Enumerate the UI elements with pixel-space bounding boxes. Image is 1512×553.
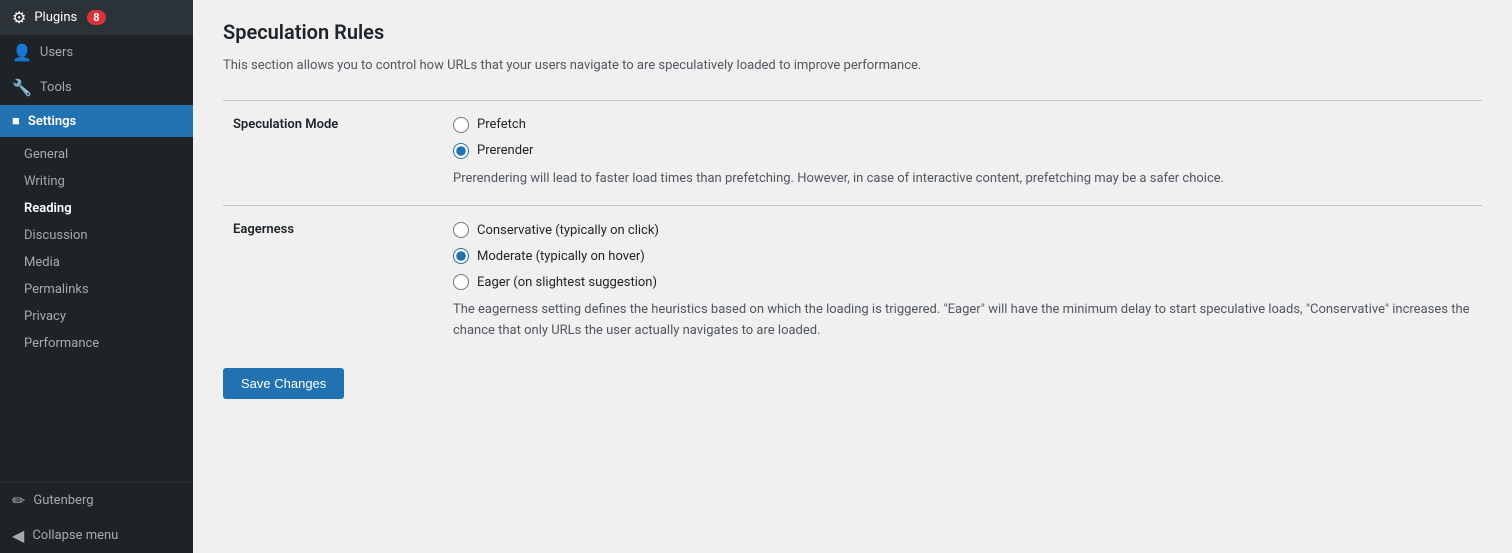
settings-label: Settings bbox=[28, 114, 76, 129]
save-changes-button[interactable]: Save Changes bbox=[223, 368, 344, 399]
speculation-mode-row: Speculation Mode Prefetch Prerender Prer… bbox=[223, 100, 1482, 206]
tools-label: Tools bbox=[40, 80, 72, 95]
sidebar-item-general[interactable]: General bbox=[0, 141, 193, 168]
sidebar-item-permalinks[interactable]: Permalinks bbox=[0, 276, 193, 303]
eager-option[interactable]: Eager (on slightest suggestion) bbox=[453, 274, 1472, 290]
eager-label: Eager (on slightest suggestion) bbox=[477, 275, 657, 290]
prefetch-label: Prefetch bbox=[477, 117, 526, 132]
conservative-label: Conservative (typically on click) bbox=[477, 223, 659, 238]
sidebar-item-reading[interactable]: Reading bbox=[0, 195, 193, 222]
sidebar-item-collapse[interactable]: ◀ Collapse menu bbox=[0, 518, 193, 553]
prerender-radio[interactable] bbox=[453, 143, 469, 159]
tools-icon: 🔧 bbox=[12, 78, 32, 97]
plugins-icon: ⚙ bbox=[12, 8, 26, 27]
moderate-label: Moderate (typically on hover) bbox=[477, 249, 645, 264]
eagerness-label: Eagerness bbox=[223, 206, 443, 358]
plugins-badge: 8 bbox=[87, 10, 105, 25]
prefetch-radio[interactable] bbox=[453, 117, 469, 133]
sidebar-item-settings[interactable]: ■ Settings bbox=[0, 105, 193, 137]
settings-table: Speculation Mode Prefetch Prerender Prer… bbox=[223, 100, 1482, 358]
sidebar-item-media[interactable]: Media bbox=[0, 249, 193, 276]
prefetch-option[interactable]: Prefetch bbox=[453, 117, 1472, 133]
collapse-label: Collapse menu bbox=[32, 528, 118, 543]
sidebar-item-performance[interactable]: Performance bbox=[0, 330, 193, 357]
users-icon: 👤 bbox=[12, 43, 32, 62]
speculation-mode-label: Speculation Mode bbox=[223, 100, 443, 206]
page-title: Speculation Rules bbox=[223, 20, 1482, 44]
prerender-option[interactable]: Prerender bbox=[453, 143, 1472, 159]
settings-submenu: General Writing Reading Discussion Media… bbox=[0, 137, 193, 361]
sidebar-item-plugins[interactable]: ⚙ Plugins 8 bbox=[0, 0, 193, 35]
collapse-icon: ◀ bbox=[12, 526, 24, 545]
speculation-mode-options: Prefetch Prerender Prerendering will lea… bbox=[443, 100, 1482, 206]
conservative-radio[interactable] bbox=[453, 222, 469, 238]
plugins-label: Plugins bbox=[34, 10, 77, 25]
conservative-option[interactable]: Conservative (typically on click) bbox=[453, 222, 1472, 238]
eagerness-description: The eagerness setting defines the heuris… bbox=[453, 300, 1472, 342]
gutenberg-label: Gutenberg bbox=[33, 493, 93, 508]
eager-radio[interactable] bbox=[453, 274, 469, 290]
sidebar-item-privacy[interactable]: Privacy bbox=[0, 303, 193, 330]
section-description: This section allows you to control how U… bbox=[223, 56, 1482, 76]
sidebar-item-discussion[interactable]: Discussion bbox=[0, 222, 193, 249]
sidebar-item-tools[interactable]: 🔧 Tools bbox=[0, 70, 193, 105]
prerender-label: Prerender bbox=[477, 143, 533, 158]
eagerness-radio-group: Conservative (typically on click) Modera… bbox=[453, 222, 1472, 290]
main-content: Speculation Rules This section allows yo… bbox=[193, 0, 1512, 553]
eagerness-options: Conservative (typically on click) Modera… bbox=[443, 206, 1482, 358]
settings-icon: ■ bbox=[12, 113, 20, 129]
sidebar-item-users[interactable]: 👤 Users bbox=[0, 35, 193, 70]
speculation-mode-radio-group: Prefetch Prerender bbox=[453, 117, 1472, 159]
sidebar-item-writing[interactable]: Writing bbox=[0, 168, 193, 195]
gutenberg-icon: ✏ bbox=[12, 491, 25, 510]
moderate-option[interactable]: Moderate (typically on hover) bbox=[453, 248, 1472, 264]
sidebar-bottom: ✏ Gutenberg ◀ Collapse menu bbox=[0, 482, 193, 553]
sidebar: ⚙ Plugins 8 👤 Users 🔧 Tools ■ Settings G… bbox=[0, 0, 193, 553]
users-label: Users bbox=[40, 45, 73, 60]
speculation-mode-description: Prerendering will lead to faster load ti… bbox=[453, 169, 1472, 190]
sidebar-item-gutenberg[interactable]: ✏ Gutenberg bbox=[0, 483, 193, 518]
eagerness-row: Eagerness Conservative (typically on cli… bbox=[223, 206, 1482, 358]
moderate-radio[interactable] bbox=[453, 248, 469, 264]
